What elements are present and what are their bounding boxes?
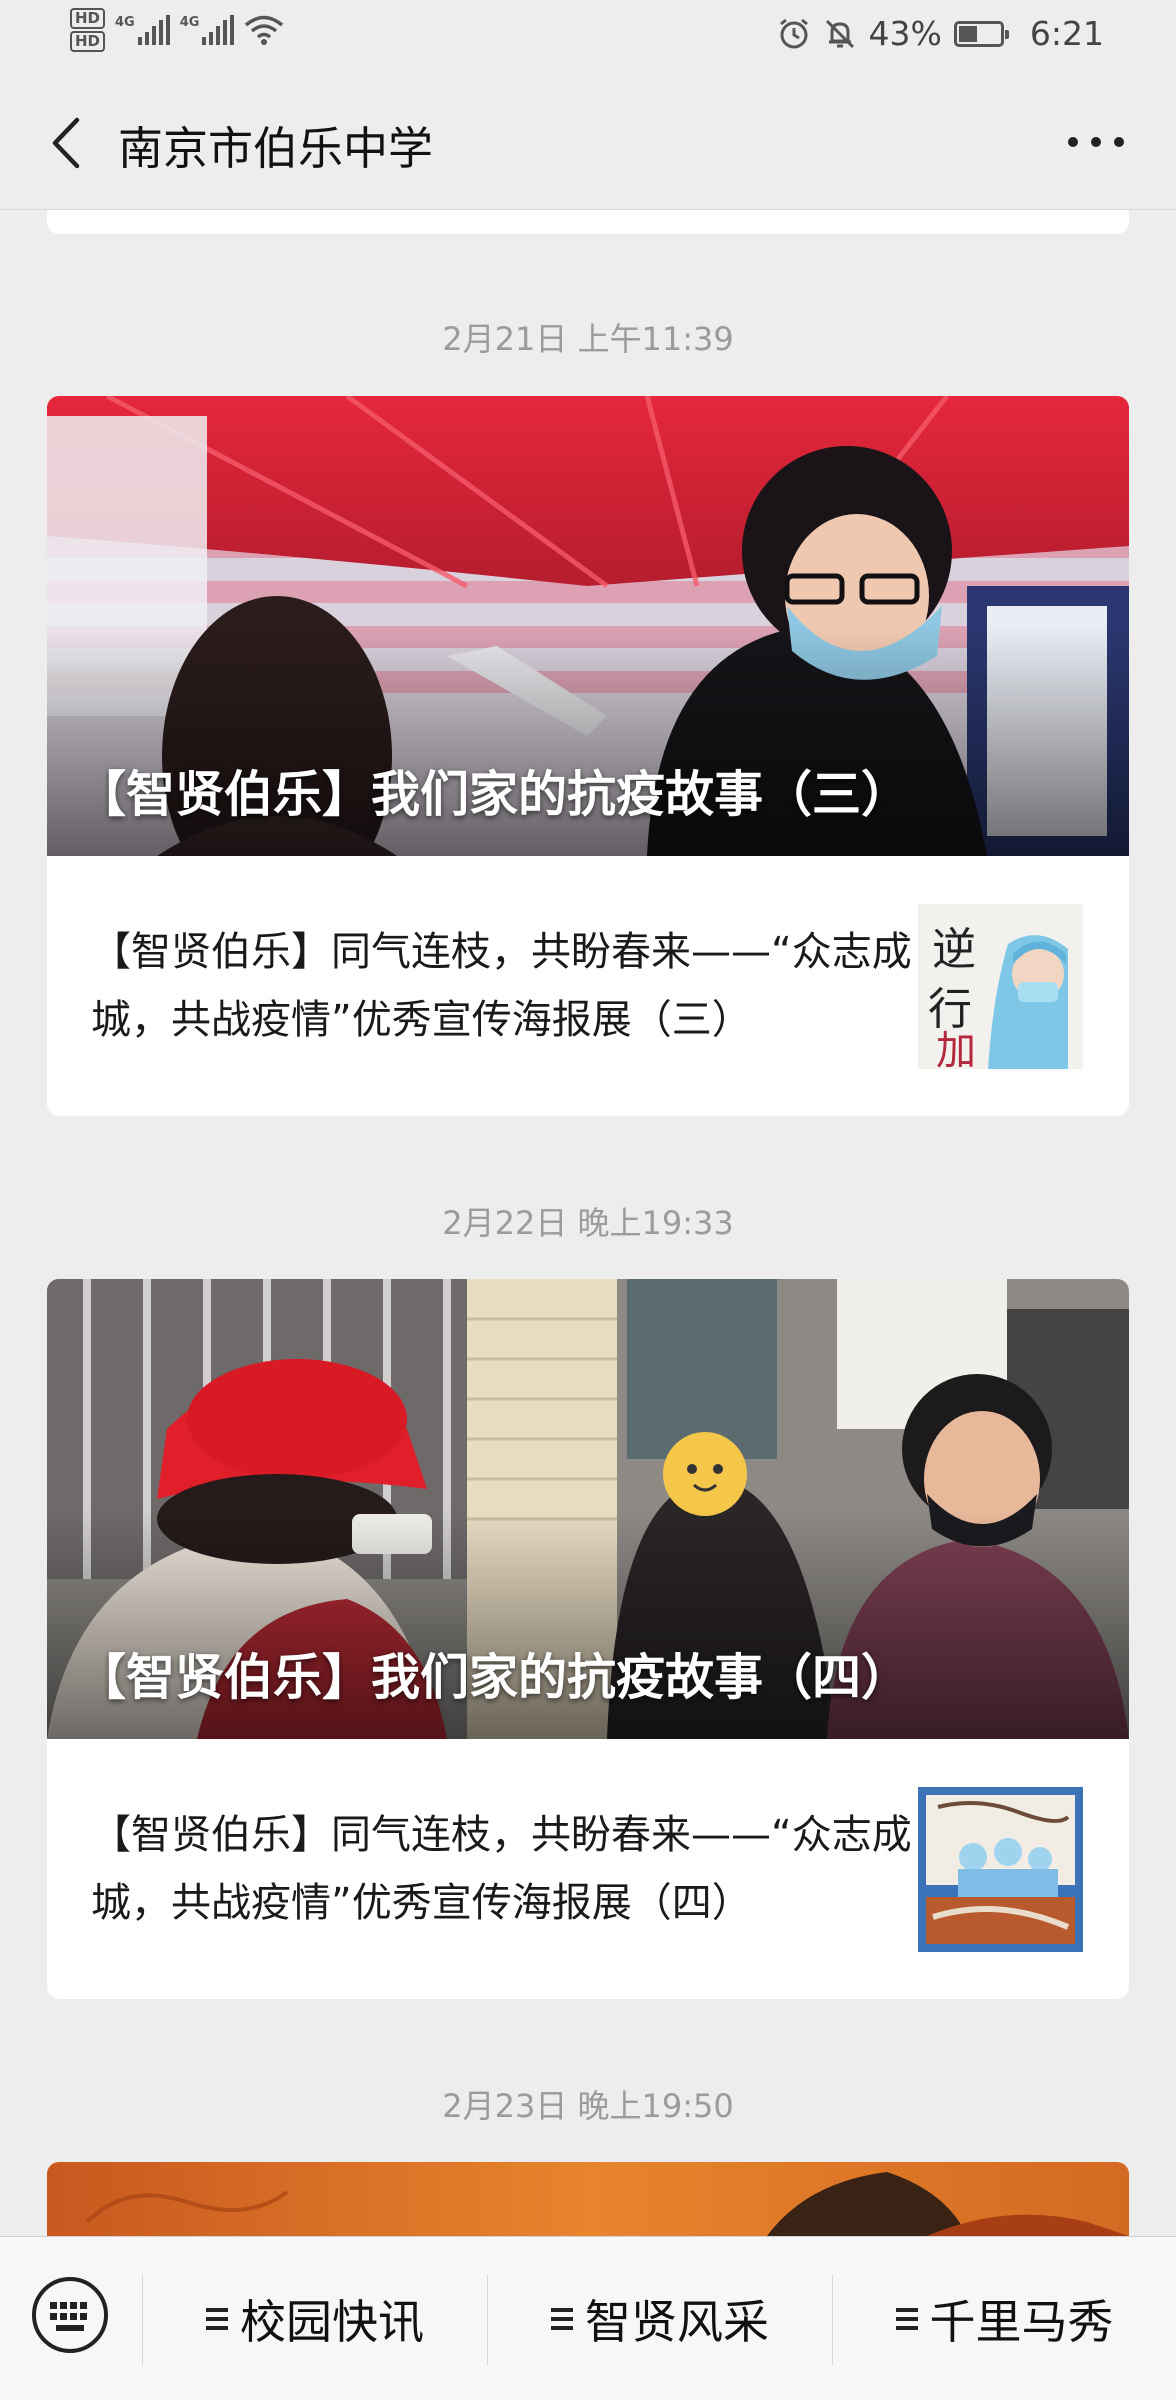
keyboard-toggle-button[interactable] <box>30 2275 110 2355</box>
article-main-title: 【智贤伯乐】我们家的抗疫故事（三） <box>77 766 911 823</box>
keyboard-icon <box>32 2277 108 2353</box>
bottom-menu-bar: 校园快讯 智贤风采 千里马秀 <box>0 2236 1176 2400</box>
signal-icon: 4G <box>115 15 170 45</box>
title-bar: 南京市伯乐中学 <box>0 72 1176 210</box>
status-left: HD HD 4G 4G <box>70 8 284 52</box>
wifi-icon <box>245 15 284 45</box>
sub-article-row[interactable]: 【智贤伯乐】同气连枝，共盼春来——“众志成城，共战疫情”优秀宣传海报展（四） <box>47 1739 1129 1999</box>
message-timestamp: 2月22日 晚上19:33 <box>442 1204 734 1242</box>
chevron-left-icon <box>52 117 80 169</box>
menu-list-icon <box>206 2308 228 2330</box>
status-bar: HD HD 4G 4G 43% 6:21 <box>0 0 1176 72</box>
alarm-icon <box>779 18 808 48</box>
back-button[interactable] <box>36 108 96 178</box>
network-type-2: 4G <box>179 15 200 30</box>
clock: 6:21 <box>1029 14 1104 53</box>
sub-article-thumbnail: 逆 行 加 <box>918 904 1083 1069</box>
menu-item-label: 智贤风采 <box>585 2295 769 2349</box>
message-timestamp: 2月21日 上午11:39 <box>442 320 734 358</box>
sub-article-row[interactable]: 【智贤伯乐】同气连枝，共盼春来——“众志成城，共战疫情”优秀宣传海报展（三） 逆… <box>47 856 1129 1116</box>
message-timestamp: 2月23日 晚上19:50 <box>442 2087 734 2125</box>
article-main-title: 【智贤伯乐】我们家的抗疫故事（四） <box>77 1649 911 1706</box>
status-right: 43% 6:21 <box>777 14 1104 53</box>
mute-icon <box>825 19 854 48</box>
network-type-1: 4G <box>115 15 135 30</box>
svg-text:加: 加 <box>936 1028 976 1069</box>
article-card-partial[interactable] <box>47 2162 1129 2236</box>
sub-article-thumbnail <box>918 1787 1083 1952</box>
previous-card-edge[interactable] <box>47 210 1129 234</box>
svg-text:逆: 逆 <box>932 924 976 975</box>
hd-badge-1: HD <box>70 8 106 29</box>
hd-badge-2: HD <box>70 31 106 52</box>
sub-article-title: 【智贤伯乐】同气连枝，共盼春来——“众志成城，共战疫情”优秀宣传海报展（四） <box>91 1812 912 1926</box>
article-cover[interactable]: 【智贤伯乐】我们家的抗疫故事（四） <box>47 1279 1129 1739</box>
page-title: 南京市伯乐中学 <box>118 122 434 175</box>
more-options-button[interactable] <box>1056 117 1136 167</box>
menu-item-style[interactable]: 智贤风采 <box>488 2237 832 2400</box>
menu-list-icon <box>895 2308 918 2330</box>
menu-item-label: 校园快讯 <box>240 2295 424 2349</box>
poster-thumbnail-image <box>918 1787 1083 1952</box>
sub-article-title: 【智贤伯乐】同气连枝，共盼春来——“众志成城，共战疫情”优秀宣传海报展（三） <box>91 929 912 1043</box>
hd-indicators: HD HD <box>70 8 106 52</box>
more-dots-icon <box>1068 137 1078 147</box>
menu-list-icon <box>551 2308 573 2330</box>
battery-icon <box>953 20 1009 47</box>
menu-item-label: 千里马秀 <box>929 2295 1114 2349</box>
poster-thumbnail-image: 逆 行 加 <box>918 904 1083 1069</box>
battery-percent: 43% <box>868 14 942 53</box>
article-cover[interactable]: 【智贤伯乐】我们家的抗疫故事（三） <box>47 396 1129 856</box>
article-card: 【智贤伯乐】我们家的抗疫故事（四） 【智贤伯乐】同气连枝，共盼春来——“众志成城… <box>47 1279 1129 1999</box>
menu-item-campus-news[interactable]: 校园快讯 <box>143 2237 487 2400</box>
cover-image <box>47 2162 1129 2236</box>
article-card: 【智贤伯乐】我们家的抗疫故事（三） 【智贤伯乐】同气连枝，共盼春来——“众志成城… <box>47 396 1129 1116</box>
signal-icon-2: 4G <box>180 15 235 45</box>
menu-item-showcase[interactable]: 千里马秀 <box>833 2237 1176 2400</box>
